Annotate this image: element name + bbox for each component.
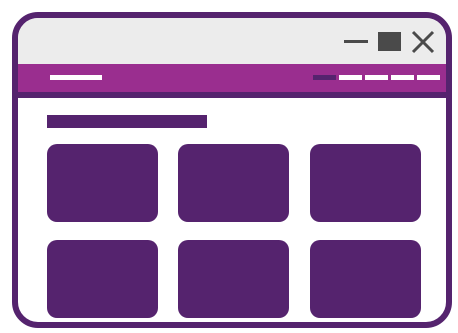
content-tile-5[interactable] — [178, 240, 289, 318]
content-tile-4[interactable] — [47, 240, 158, 318]
nav-item-2[interactable] — [339, 75, 362, 80]
page-heading-placeholder — [47, 115, 207, 128]
nav-bar — [18, 64, 446, 98]
content-tile-3[interactable] — [310, 144, 421, 222]
nav-item-4[interactable] — [391, 75, 414, 80]
content-tile-6[interactable] — [310, 240, 421, 318]
nav-brand-placeholder[interactable] — [50, 75, 102, 80]
content-tile-1[interactable] — [47, 144, 158, 222]
title-bar — [18, 18, 446, 64]
nav-item-3[interactable] — [365, 75, 388, 80]
maximize-icon[interactable] — [378, 32, 401, 51]
nav-item-5[interactable] — [417, 75, 440, 80]
minimize-icon[interactable] — [344, 40, 368, 43]
nav-item-1[interactable] — [313, 75, 336, 80]
content-tile-2[interactable] — [178, 144, 289, 222]
close-icon[interactable] — [411, 30, 435, 54]
app-window — [12, 12, 452, 328]
